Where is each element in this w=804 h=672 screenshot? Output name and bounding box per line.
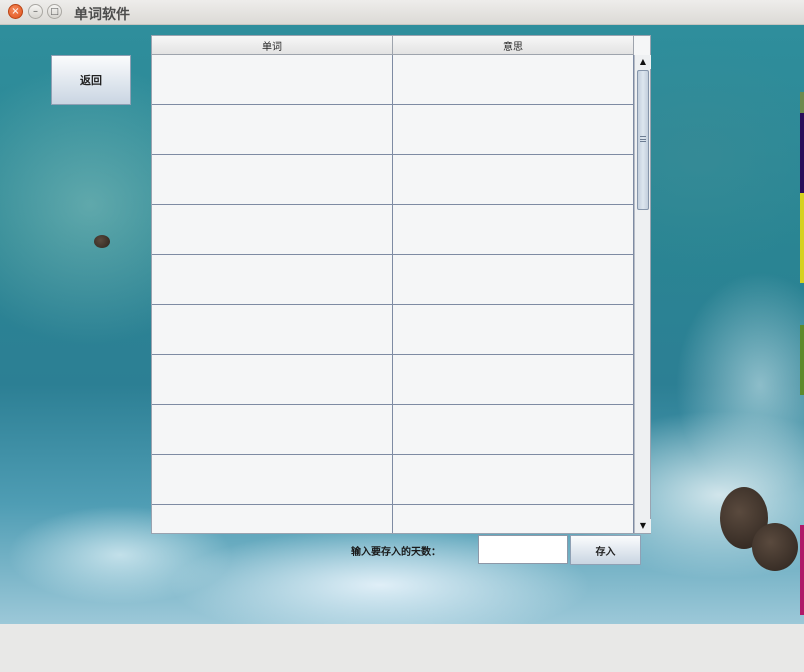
meaning-cell[interactable] — [393, 105, 634, 154]
table-row[interactable] — [152, 405, 634, 455]
meaning-cell[interactable] — [393, 455, 634, 504]
column-header-word[interactable]: 单词 — [152, 36, 393, 55]
edge-strip — [800, 113, 804, 193]
word-cell[interactable] — [152, 105, 393, 154]
rock — [752, 523, 798, 571]
table-row[interactable] — [152, 155, 634, 205]
table-vertical-scrollbar[interactable]: ▲ ▼ — [634, 55, 651, 533]
edge-strip — [800, 525, 804, 615]
word-cell[interactable] — [152, 405, 393, 454]
meaning-cell[interactable] — [393, 305, 634, 354]
window-minimize-button[interactable]: – — [28, 4, 43, 19]
meaning-cell[interactable] — [393, 155, 634, 204]
table-row[interactable] — [152, 105, 634, 155]
table-row[interactable] — [152, 205, 634, 255]
edge-strip — [800, 325, 804, 395]
meaning-cell[interactable] — [393, 405, 634, 454]
scroll-up-arrow-icon[interactable]: ▲ — [635, 55, 651, 69]
column-header-meaning[interactable]: 意思 — [393, 36, 634, 55]
grip-icon — [640, 136, 646, 142]
save-button[interactable]: 存入 — [570, 535, 641, 565]
word-table: 单词 意思 ▲ ▼ — [151, 35, 651, 534]
window-title: 单词软件 — [74, 7, 130, 23]
window-close-button[interactable]: × — [8, 4, 23, 19]
table-row[interactable] — [152, 455, 634, 505]
meaning-cell[interactable] — [393, 505, 634, 533]
word-cell[interactable] — [152, 505, 393, 533]
word-cell[interactable] — [152, 155, 393, 204]
word-cell[interactable] — [152, 205, 393, 254]
back-button[interactable]: 返回 — [51, 55, 131, 105]
meaning-cell[interactable] — [393, 255, 634, 304]
scroll-down-arrow-icon[interactable]: ▼ — [635, 519, 651, 533]
days-input[interactable] — [478, 535, 568, 564]
rock — [94, 235, 110, 248]
window-titlebar: × – □ 单词软件 — [0, 0, 804, 25]
word-cell[interactable] — [152, 355, 393, 404]
table-row[interactable] — [152, 505, 634, 533]
word-cell[interactable] — [152, 455, 393, 504]
edge-strip — [800, 193, 804, 283]
meaning-cell[interactable] — [393, 355, 634, 404]
word-cell[interactable] — [152, 305, 393, 354]
days-label: 输入要存入的天数： — [351, 547, 441, 558]
meaning-cell[interactable] — [393, 205, 634, 254]
meaning-cell[interactable] — [393, 55, 634, 104]
table-body — [152, 55, 634, 533]
table-row[interactable] — [152, 255, 634, 305]
window-maximize-button[interactable]: □ — [47, 4, 62, 19]
table-row[interactable] — [152, 305, 634, 355]
table-row[interactable] — [152, 355, 634, 405]
table-row[interactable] — [152, 55, 634, 105]
word-cell[interactable] — [152, 55, 393, 104]
word-cell[interactable] — [152, 255, 393, 304]
scrollbar-thumb[interactable] — [637, 70, 649, 210]
table-header: 单词 意思 — [152, 36, 634, 55]
